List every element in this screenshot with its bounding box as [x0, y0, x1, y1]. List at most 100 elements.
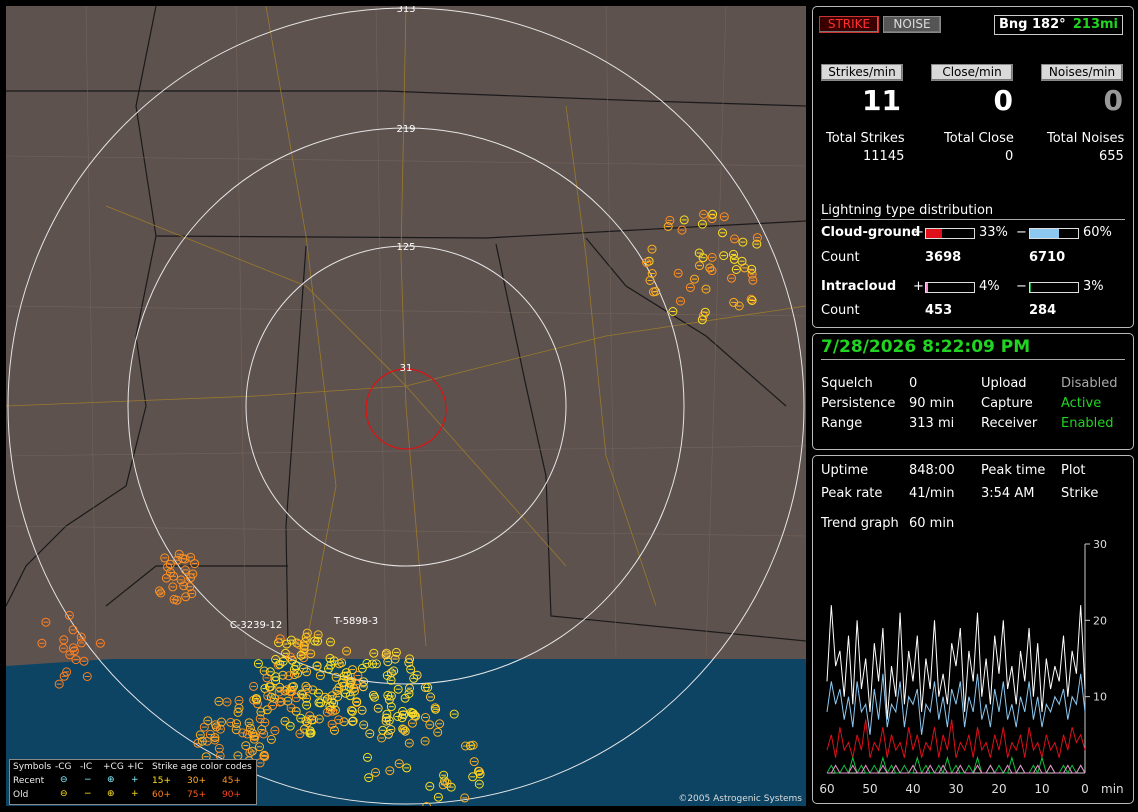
receiver-label: Receiver — [981, 416, 1038, 431]
strikes-per-min-button[interactable]: Strikes/min — [821, 64, 903, 81]
strike-mode-button[interactable]: STRIKE — [819, 16, 879, 33]
storm-annotation: T-5898-3 — [333, 616, 378, 627]
plot-label: Plot — [1061, 463, 1086, 478]
legend-col: -CG — [55, 762, 72, 772]
close-rate-value: 0 — [993, 84, 1013, 117]
age-code: 45+ — [222, 776, 241, 786]
y-tick-label: 30 — [1093, 539, 1107, 551]
persistence-label: Persistence — [821, 396, 896, 411]
upload-label: Upload — [981, 376, 1027, 391]
state-borders — [6, 6, 806, 647]
plus-ic-old-icon: + — [131, 789, 139, 799]
range-label: Range — [821, 416, 863, 431]
plus-sign: + — [913, 279, 924, 294]
legend-col: +CG — [103, 762, 124, 772]
trend-series-line — [826, 719, 1086, 758]
trend-graph-label: Trend graph — [821, 516, 899, 531]
persistence-value[interactable]: 90 min — [909, 396, 954, 411]
minus-sign: − — [1016, 279, 1027, 294]
total-close-label: Total Close — [944, 131, 1014, 146]
cg-positive-pct: 33% — [979, 225, 1008, 240]
upload-value[interactable]: Disabled — [1061, 376, 1117, 391]
legend-old-label: Old — [13, 790, 29, 800]
ring-label: 125 — [396, 242, 415, 253]
ic-negative-fill — [1030, 283, 1032, 292]
minus-cg-recent-icon: ⊖ — [60, 775, 68, 785]
x-tick-label: 40 — [905, 782, 920, 796]
trend-panel: Uptime 848:00 Peak time Plot Peak rate 4… — [812, 455, 1134, 804]
bearing-value: Bng 182° — [999, 17, 1066, 32]
x-tick-label: 50 — [862, 782, 877, 796]
peak-time-label: Peak time — [981, 463, 1046, 478]
distance-value: 213mi — [1072, 17, 1118, 32]
x-axis-label: min — [1101, 782, 1124, 796]
count-label: Count — [821, 250, 860, 265]
age-code: 60+ — [152, 790, 171, 800]
legend-col: +IC — [127, 762, 144, 772]
minus-ic-recent-icon: − — [84, 775, 92, 785]
ring-label: 313 — [396, 6, 415, 15]
age-code: 30+ — [187, 776, 206, 786]
squelch-value[interactable]: 0 — [909, 376, 917, 391]
legend-symbols-label: Symbols — [13, 762, 52, 772]
receiver-value[interactable]: Enabled — [1061, 416, 1114, 431]
peak-rate-label: Peak rate — [821, 486, 883, 501]
ic-negative-bar — [1029, 282, 1079, 293]
x-tick-label: 30 — [948, 782, 963, 796]
plus-ic-recent-icon: + — [131, 775, 139, 785]
storm-annotation: C-3239-12 — [230, 620, 282, 631]
current-datetime: 7/28/2026 8:22:09 PM — [821, 337, 1031, 357]
noises-per-min-button[interactable]: Noises/min — [1041, 64, 1123, 81]
plus-sign: + — [913, 225, 924, 240]
capture-label: Capture — [981, 396, 1033, 411]
ic-positive-fill — [926, 283, 928, 292]
legend-recent-label: Recent — [13, 776, 45, 786]
ic-negative-count: 284 — [1029, 303, 1057, 318]
legend-col: -IC — [80, 762, 93, 772]
divider — [821, 219, 1125, 220]
lightning-map[interactable]: 313 219 125 31 C-3239-12 T-5898-3 Symbol… — [6, 6, 806, 806]
plus-cg-recent-icon: ⊕ — [107, 775, 115, 785]
legend-age-title: Strike age color codes — [152, 762, 252, 772]
ic-positive-bar — [925, 282, 975, 293]
bearing-box: Bng 182° 213mi — [994, 15, 1123, 35]
ic-positive-pct: 4% — [979, 279, 1000, 294]
uptime-label: Uptime — [821, 463, 869, 478]
x-tick-label: 0 — [1081, 782, 1089, 796]
cloud-ground-label: Cloud-ground — [821, 225, 921, 240]
plot-value[interactable]: Strike — [1061, 486, 1098, 501]
peak-rate-value: 41/min — [909, 486, 955, 501]
y-tick-label: 10 — [1093, 691, 1107, 704]
age-code: 15+ — [152, 776, 171, 786]
uptime-value: 848:00 — [909, 463, 955, 478]
capture-value[interactable]: Active — [1061, 396, 1101, 411]
x-tick-label: 60 — [819, 782, 834, 796]
plus-cg-old-icon: ⊕ — [107, 789, 115, 799]
age-code: 90+ — [222, 790, 241, 800]
noises-rate-value: 0 — [1103, 84, 1123, 117]
trend-graph: 30 20 10 60 50 40 30 20 10 0 min — [819, 539, 1124, 796]
squelch-label: Squelch — [821, 376, 873, 391]
distribution-title: Lightning type distribution — [821, 203, 994, 218]
total-noises-value: 655 — [1099, 149, 1124, 164]
noise-mode-button[interactable]: NOISE — [883, 16, 941, 33]
cg-negative-fill — [1030, 229, 1059, 238]
range-value[interactable]: 313 mi — [909, 416, 954, 431]
county-lines — [6, 6, 806, 657]
count-label: Count — [821, 303, 860, 318]
intracloud-label: Intracloud — [821, 279, 897, 294]
status-panel: 7/28/2026 8:22:09 PM Squelch 0 Upload Di… — [812, 333, 1134, 450]
minus-cg-old-icon: ⊖ — [60, 789, 68, 799]
peak-time-value: 3:54 AM — [981, 486, 1035, 501]
total-strikes-value: 11145 — [863, 149, 905, 164]
cg-positive-fill — [926, 229, 942, 238]
divider — [821, 359, 1125, 360]
close-per-min-button[interactable]: Close/min — [931, 64, 1013, 81]
trend-graph-value[interactable]: 60 min — [909, 516, 954, 531]
symbol-legend: Symbols -CG -IC +CG +IC Strike age color… — [9, 759, 257, 805]
map-canvas: 313 219 125 31 C-3239-12 T-5898-3 — [6, 6, 806, 806]
minus-ic-old-icon: − — [84, 789, 92, 799]
x-tick-label: 20 — [991, 782, 1006, 796]
total-noises-label: Total Noises — [1047, 131, 1125, 146]
ring-labels: 313 219 125 31 C-3239-12 T-5898-3 — [230, 6, 416, 631]
